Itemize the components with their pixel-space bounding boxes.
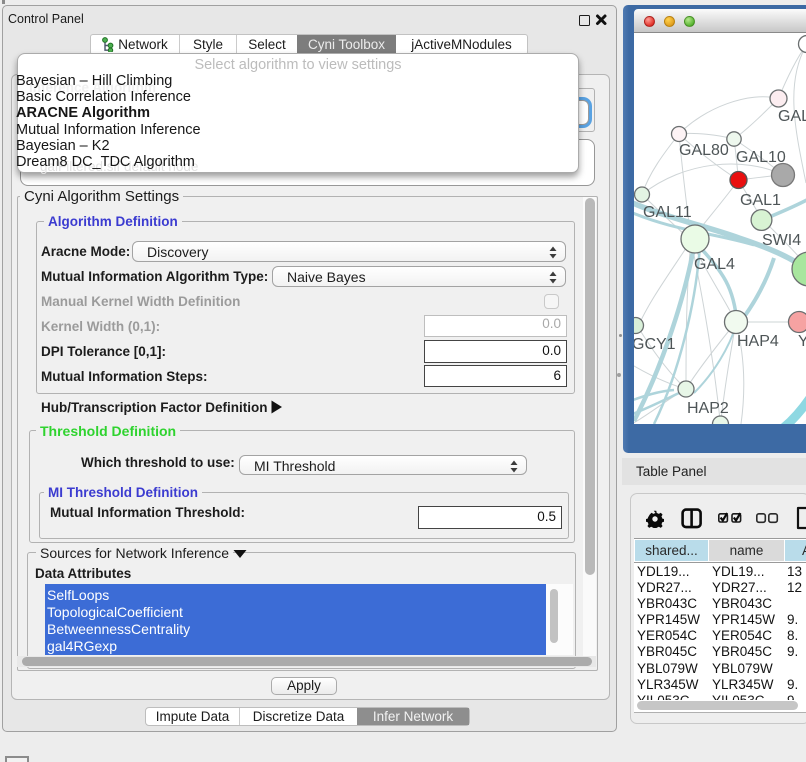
svg-text:GAL10: GAL10 [736,149,786,166]
svg-text:GCY1: GCY1 [634,336,676,353]
svg-text:GAL7: GAL7 [778,108,806,125]
svg-text:HAP2: HAP2 [687,400,729,417]
svg-text:HAP4: HAP4 [737,333,779,350]
svg-text:GAL1: GAL1 [740,192,781,209]
svg-text:GAL80: GAL80 [679,142,729,159]
svg-text:Y: Y [798,333,806,350]
svg-text:GAL11: GAL11 [643,204,692,221]
svg-text:SWI4: SWI4 [762,232,801,249]
svg-text:GAL4: GAL4 [694,256,735,273]
